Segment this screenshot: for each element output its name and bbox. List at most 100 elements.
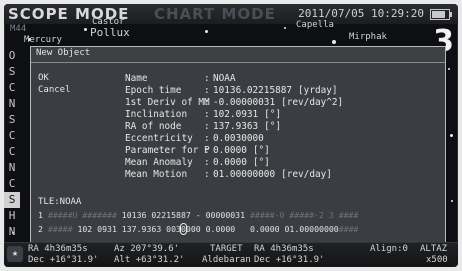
param-colon: : (204, 133, 210, 144)
param-name: Mean Motion (125, 169, 188, 180)
left-menu-item[interactable]: C (4, 144, 20, 160)
left-menu-item[interactable]: C (4, 176, 20, 192)
param-value: 0.0000 [°] (213, 145, 270, 156)
tle-line-2-main-a: 102 0931 137.9363 003 (72, 224, 181, 234)
new-object-dialog: New Object OK Cancel Name: NOAA Epoch time… (30, 46, 446, 247)
param-value: -0.00000031 [rev/day^2] (213, 97, 343, 108)
param-colon: : (204, 73, 210, 84)
star-dot (284, 27, 286, 29)
target-ra: RA 4h36m35s (254, 244, 314, 254)
alt-label: Alt (114, 255, 131, 265)
dec-value: +16°31.9' (49, 255, 99, 265)
param-name: Epoch time (125, 85, 182, 96)
tle-line-2-main-b: 000 0.0000 (185, 224, 241, 234)
sky-label-pollux: Pollux (90, 26, 130, 39)
status-bar: ★ RA 4h36m35s Dec +16°31.9' Az 207°39.6'… (4, 242, 458, 267)
battery-icon (430, 9, 452, 20)
star-menu-icon[interactable]: ★ (7, 246, 23, 262)
param-colon: : (204, 97, 210, 108)
dec-label: Dec (28, 255, 45, 265)
tle-line-1-main: 10136 02215887 - 00000031 (116, 210, 250, 220)
left-menu-item[interactable]: O (4, 48, 20, 64)
param-value-text: 0.0000 (213, 157, 247, 168)
alt-value: +63°31.2' (135, 255, 185, 265)
cancel-button[interactable]: Cancel (38, 85, 71, 95)
star-dot (451, 200, 453, 202)
param-colon: : (204, 85, 210, 96)
param-unit: [°] (252, 157, 270, 168)
param-unit: [°] (264, 121, 282, 132)
param-colon: : (204, 157, 210, 168)
tle-line-2-main-c: 0.0000 01.00000000 (240, 224, 339, 234)
star-dot (448, 68, 450, 70)
left-menu-item[interactable]: S (4, 64, 20, 80)
param-colon: : (204, 145, 210, 156)
left-menu-item-selected[interactable]: S (4, 192, 20, 208)
dialog-title-bar: New Object (31, 47, 445, 63)
left-menu-item[interactable]: C (4, 80, 20, 96)
star-dot (84, 28, 87, 31)
param-colon: : (204, 169, 210, 180)
param-colon: : (204, 121, 210, 132)
status-alt: Alt +63°31.2' (114, 255, 184, 265)
sky-label-mirphak: Mirphak (349, 32, 387, 42)
target-ra-value: 4h36m35s (270, 244, 314, 254)
status-dec: Dec +16°31.9' (28, 255, 98, 265)
target-name: Aldebaran (202, 255, 251, 265)
tle-line-2: 2 ##### 102 0931 137.9363 0030000 0.0000… (38, 223, 359, 236)
param-value-text: NOAA (213, 73, 236, 84)
ra-label: RA (28, 244, 39, 254)
left-menu-item[interactable]: C (4, 128, 20, 144)
tle-line-2-prefix: 2 (38, 224, 48, 234)
top-bar: SCOPE MODE CHART MODE 2011/07/05 10:29:2… (4, 4, 458, 24)
param-unit: [rev/day] (281, 169, 332, 180)
datetime-display: 2011/07/05 10:29:20 (298, 7, 424, 20)
left-menu: O S C N S C C N C S H N (4, 48, 20, 240)
sky-label-capella: Capella (296, 20, 334, 30)
left-menu-item[interactable]: N (4, 224, 20, 240)
tle-line-1-prefix: 1 (38, 210, 48, 220)
star-dot (450, 134, 453, 137)
left-menu-item[interactable]: N (4, 96, 20, 112)
param-value: 137.9363 [°] (213, 121, 281, 132)
param-name: Eccentricity (125, 133, 193, 144)
ok-button[interactable]: OK (38, 73, 49, 83)
param-value: NOAA (213, 73, 242, 84)
align-status: Align:0 (370, 244, 408, 254)
target-label: TARGET (210, 244, 243, 254)
left-menu-item[interactable]: H (4, 208, 20, 224)
param-value-text: 01.00000000 (213, 169, 276, 180)
param-value-text: 10136.02215887 (213, 85, 293, 96)
param-name: RA of node (125, 121, 182, 132)
param-value-text: 102.0931 (213, 109, 259, 120)
tle-line-1-dim-a: #####U ####### (47, 210, 117, 220)
param-name: Parameter for P (125, 145, 210, 156)
left-menu-item[interactable]: N (4, 160, 20, 176)
status-ra: RA 4h36m35s (28, 244, 88, 254)
tle-line-1-dim-b: #####-0 #####-2 3 #### (249, 210, 359, 220)
param-colon: : (204, 109, 210, 120)
az-value: 207°39.6' (130, 244, 180, 254)
sky-label-m44: M44 (10, 24, 27, 34)
tle-line-2-dim-a: ##### (47, 224, 73, 234)
param-value: 0.0030000 (213, 133, 270, 144)
param-name: Inclination (125, 109, 188, 120)
tle-line-1: 1 #####U ####### 10136 02215887 - 000000… (38, 210, 358, 222)
param-unit: [yrday] (298, 85, 338, 96)
battery-level (432, 11, 445, 18)
scope-screen: SCOPE MODE CHART MODE 2011/07/05 10:29:2… (4, 4, 458, 267)
left-menu-item[interactable]: S (4, 112, 20, 128)
target-ra-label: RA (254, 244, 265, 254)
dialog-title: New Object (36, 48, 91, 58)
tle-name: TLE:NOAA (38, 197, 82, 207)
param-unit: [°] (264, 109, 282, 120)
target-dec-value: +16°31.9' (275, 255, 325, 265)
param-value: 10136.02215887 [yrday] (213, 85, 338, 96)
sky-label-mercury: Mercury (24, 35, 62, 45)
tle-line-2-dim-b: #### (338, 224, 359, 234)
param-value-text: -0.00000031 (213, 97, 276, 108)
chart-mode-tab[interactable]: CHART MODE (154, 5, 276, 23)
param-value-text: 137.9363 (213, 121, 259, 132)
param-value: 0.0000 [°] (213, 157, 270, 168)
param-value-text: 0.0000 (213, 145, 247, 156)
